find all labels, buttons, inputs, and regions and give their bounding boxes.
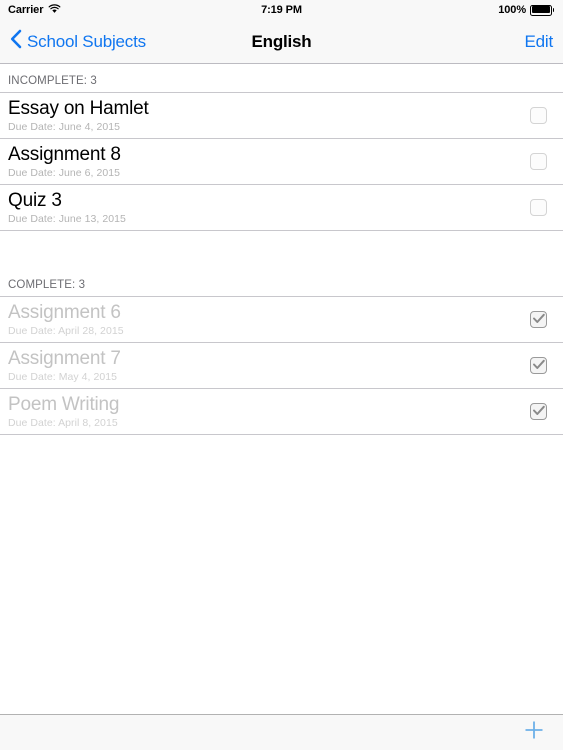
battery-full-icon bbox=[530, 4, 555, 16]
checkbox-checked-icon[interactable] bbox=[530, 357, 547, 374]
table-row[interactable]: Essay on Hamlet Due Date: June 4, 2015 bbox=[0, 93, 563, 139]
status-bar-right: 100% bbox=[498, 4, 555, 16]
checkmark-icon bbox=[532, 311, 545, 329]
section-header-incomplete: INCOMPLETE: 3 bbox=[0, 64, 563, 92]
chevron-left-icon bbox=[10, 29, 22, 54]
section-incomplete: INCOMPLETE: 3 Essay on Hamlet Due Date: … bbox=[0, 64, 563, 231]
section-rows-complete: Assignment 6 Due Date: April 28, 2015 As bbox=[0, 296, 563, 435]
checkbox-unchecked-icon[interactable] bbox=[530, 153, 547, 170]
status-bar-clock: 7:19 PM bbox=[261, 4, 302, 16]
back-button[interactable]: School Subjects bbox=[10, 29, 146, 54]
row-title: Assignment 6 bbox=[8, 302, 121, 323]
row-title: Essay on Hamlet bbox=[8, 98, 149, 119]
row-text: Assignment 6 Due Date: April 28, 2015 bbox=[8, 302, 520, 337]
row-subtitle: Due Date: May 4, 2015 bbox=[8, 371, 118, 383]
row-text: Assignment 7 Due Date: May 4, 2015 bbox=[8, 348, 520, 383]
row-subtitle: Due Date: June 6, 2015 bbox=[8, 167, 121, 179]
wifi-icon bbox=[48, 3, 61, 17]
row-text: Assignment 8 Due Date: June 6, 2015 bbox=[8, 144, 520, 179]
row-text: Quiz 3 Due Date: June 13, 2015 bbox=[8, 190, 520, 225]
app-screen: Carrier 7:19 PM 100% School Subjects Eng… bbox=[0, 0, 563, 750]
checkmark-icon bbox=[532, 357, 545, 375]
navigation-bar: School Subjects English Edit bbox=[0, 20, 563, 64]
row-subtitle: Due Date: April 8, 2015 bbox=[8, 417, 118, 429]
table-row[interactable]: Assignment 6 Due Date: April 28, 2015 bbox=[0, 297, 563, 343]
row-title: Poem Writing bbox=[8, 394, 120, 415]
section-spacer bbox=[0, 231, 563, 268]
status-bar: Carrier 7:19 PM 100% bbox=[0, 0, 563, 20]
checkbox-checked-icon[interactable] bbox=[530, 403, 547, 420]
row-subtitle: Due Date: June 4, 2015 bbox=[8, 121, 121, 133]
row-text: Poem Writing Due Date: April 8, 2015 bbox=[8, 394, 520, 429]
checkbox-unchecked-icon[interactable] bbox=[530, 107, 547, 124]
checkbox-unchecked-icon[interactable] bbox=[530, 199, 547, 216]
section-complete: COMPLETE: 3 Assignment 6 Due Date: April… bbox=[0, 268, 563, 435]
row-subtitle: Due Date: June 13, 2015 bbox=[8, 213, 126, 225]
table-row[interactable]: Quiz 3 Due Date: June 13, 2015 bbox=[0, 185, 563, 231]
checkmark-icon bbox=[532, 403, 545, 421]
section-rows-incomplete: Essay on Hamlet Due Date: June 4, 2015 A bbox=[0, 92, 563, 231]
row-subtitle: Due Date: April 28, 2015 bbox=[8, 325, 124, 337]
table-row[interactable]: Assignment 8 Due Date: June 6, 2015 bbox=[0, 139, 563, 185]
section-header-complete: COMPLETE: 3 bbox=[0, 268, 563, 296]
bottom-toolbar bbox=[0, 714, 563, 750]
row-title: Assignment 8 bbox=[8, 144, 121, 165]
edit-button[interactable]: Edit bbox=[525, 32, 554, 52]
plus-icon bbox=[523, 719, 545, 746]
carrier-label: Carrier bbox=[8, 4, 44, 16]
add-assignment-button[interactable] bbox=[521, 720, 547, 746]
checkbox-checked-icon[interactable] bbox=[530, 311, 547, 328]
status-bar-left: Carrier bbox=[8, 3, 61, 17]
back-button-label: School Subjects bbox=[27, 31, 146, 51]
row-title: Assignment 7 bbox=[8, 348, 121, 369]
row-text: Essay on Hamlet Due Date: June 4, 2015 bbox=[8, 98, 520, 133]
row-title: Quiz 3 bbox=[8, 190, 62, 211]
table-row[interactable]: Poem Writing Due Date: April 8, 2015 bbox=[0, 389, 563, 435]
assignment-list[interactable]: INCOMPLETE: 3 Essay on Hamlet Due Date: … bbox=[0, 64, 563, 714]
table-row[interactable]: Assignment 7 Due Date: May 4, 2015 bbox=[0, 343, 563, 389]
battery-percent-label: 100% bbox=[498, 4, 526, 16]
